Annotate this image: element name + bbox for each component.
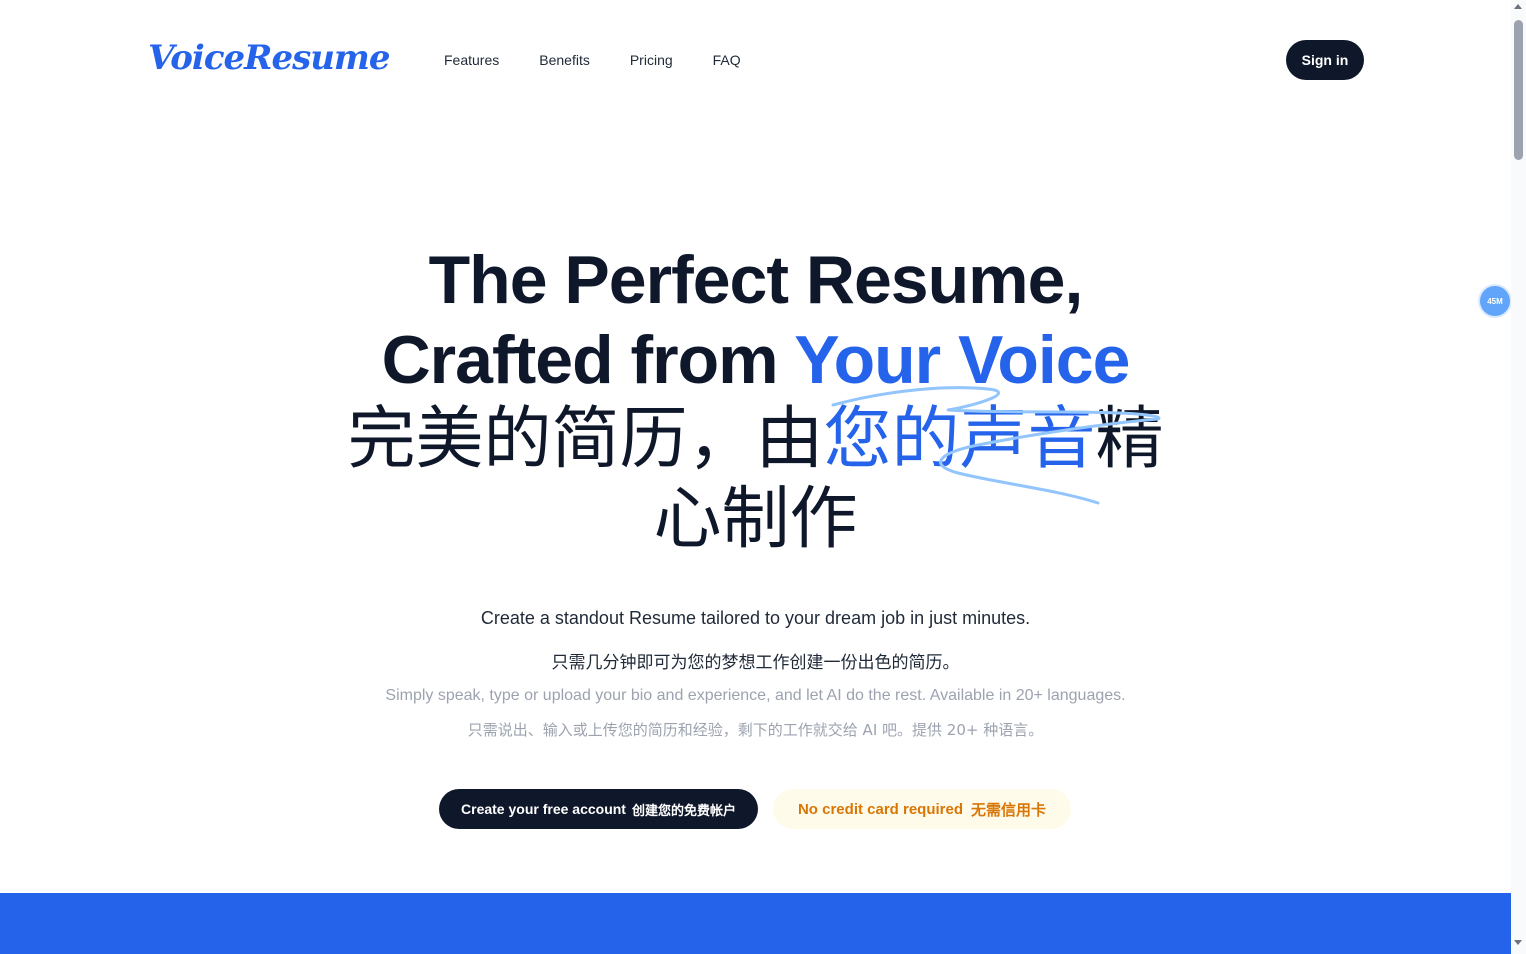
- description-cn: 只需说出、输入或上传您的简历和经验，剩下的工作就交给 AI 吧。提供 20+ 种…: [467, 721, 1044, 739]
- create-account-label-cn: 创建您的免费帐户: [631, 803, 736, 819]
- scroll-down-arrow-icon[interactable]: [1514, 940, 1522, 945]
- no-credit-card-label-cn: 无需信用卡: [971, 800, 1047, 819]
- headline-accent-your-voice: Your Voice: [794, 322, 1130, 398]
- site-header: VoiceResume Features Benefits Pricing FA…: [0, 0, 1511, 120]
- no-credit-card-badge: No credit card required 无需信用卡: [773, 789, 1071, 829]
- headline-cn-prefix: 完美的简历，由: [347, 400, 824, 479]
- headline-cn-accent: 您的声音: [823, 400, 1096, 479]
- nav-benefits-link[interactable]: Benefits: [539, 50, 590, 70]
- vertical-scrollbar[interactable]: [1511, 0, 1526, 954]
- voiceresume-logo[interactable]: VoiceResume: [148, 33, 391, 83]
- blue-section-band: [0, 893, 1511, 954]
- description-en: Simply speak, type or upload your bio an…: [385, 687, 1126, 704]
- headline-line-2: Crafted from Your Voice: [0, 320, 1511, 400]
- create-account-button[interactable]: Create your free account 创建您的免费帐户: [439, 789, 758, 829]
- nav-faq-link[interactable]: FAQ: [713, 50, 741, 70]
- hero-headline: The Perfect Resume, Crafted from Your Vo…: [0, 240, 1511, 560]
- nav-pricing-link[interactable]: Pricing: [630, 50, 673, 70]
- main-nav: Features Benefits Pricing FAQ: [444, 50, 781, 70]
- sign-in-button[interactable]: Sign in: [1286, 40, 1364, 80]
- headline-line-1-text: The Perfect Resume,: [428, 242, 1084, 318]
- no-credit-card-label-en: No credit card required: [797, 800, 964, 818]
- subtitle-cn: 只需几分钟即可为您的梦想工作创建一份出色的简历。: [551, 653, 960, 673]
- headline-cn-suffix: 精: [1095, 400, 1164, 479]
- scroll-up-arrow-icon[interactable]: [1514, 4, 1522, 9]
- headline-cn-line-2: 心制作: [653, 480, 858, 559]
- floating-badge[interactable]: 45M: [1480, 286, 1510, 316]
- nav-features-link[interactable]: Features: [444, 50, 499, 70]
- headline-line-2-prefix: Crafted from: [381, 322, 795, 398]
- scrollbar-thumb[interactable]: [1514, 20, 1523, 160]
- headline-cn-line-1: 完美的简历，由您的声音精: [0, 400, 1511, 480]
- page: VoiceResume Features Benefits Pricing FA…: [0, 0, 1511, 954]
- subtitle-en: Create a standout Resume tailored to you…: [480, 608, 1031, 628]
- headline-line-1: The Perfect Resume,: [0, 240, 1511, 320]
- create-account-label-en: Create your free account: [461, 801, 626, 817]
